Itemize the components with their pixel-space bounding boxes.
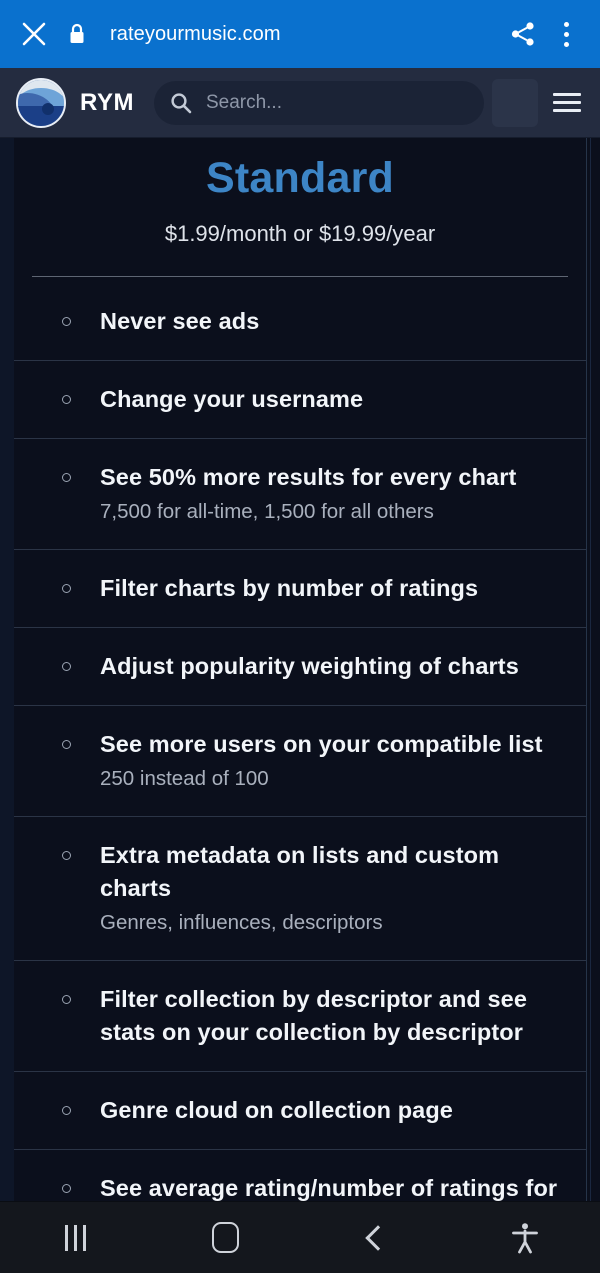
feature-subtitle: Genres, influences, descriptors	[100, 911, 383, 934]
accessibility-icon[interactable]	[450, 1222, 600, 1254]
page-title: Standard	[206, 154, 394, 202]
feature-title: Genre cloud on collection page	[100, 1097, 453, 1123]
search-input[interactable]: Search...	[153, 80, 484, 125]
bullet-icon	[62, 1184, 71, 1193]
feature-body: See average rating/number of ratings for…	[100, 1172, 576, 1201]
screen: rateyourmusic.com RYM Search... Standard…	[0, 0, 600, 1273]
bullet-icon	[62, 473, 71, 482]
feature-subtitle: 7,500 for all-time, 1,500 for all others	[100, 500, 434, 523]
feature-item: See more users on your compatible list 25…	[14, 705, 586, 816]
url-text[interactable]: rateyourmusic.com	[110, 23, 500, 46]
page-right-edge	[590, 138, 591, 1201]
feature-item: Never see ads	[14, 283, 586, 360]
recents-icon[interactable]	[0, 1224, 150, 1251]
feature-title: Extra metadata on lists and custom chart…	[100, 842, 500, 901]
back-icon[interactable]	[300, 1224, 450, 1251]
bullet-icon	[62, 740, 71, 749]
feature-item: See 50% more results for every chart 7,50…	[14, 438, 586, 549]
feature-title: Filter collection by descriptor and see …	[100, 986, 528, 1045]
feature-item: Change your username	[14, 360, 586, 438]
feature-title: Never see ads	[100, 308, 260, 334]
page-body: Standard $1.99/month or $19.99/year Neve…	[0, 138, 600, 1201]
feature-title: See average rating/number of ratings for…	[100, 1175, 558, 1201]
search-icon	[171, 92, 192, 113]
feature-body: Change your username	[100, 383, 576, 416]
bullet-icon	[62, 395, 71, 404]
brand-label: RYM	[80, 88, 134, 116]
feature-body: Never see ads	[100, 305, 576, 338]
bullet-icon	[62, 584, 71, 593]
feature-body: Filter collection by descriptor and see …	[100, 983, 576, 1049]
feature-body: See 50% more results for every chart 7,50…	[100, 461, 576, 527]
feature-list: Never see ads Change your username See 50%…	[14, 277, 586, 1201]
feature-body: See more users on your compatible list 25…	[100, 728, 576, 794]
bullet-icon	[62, 1106, 71, 1115]
feature-item: Extra metadata on lists and custom chart…	[14, 816, 586, 960]
close-icon[interactable]	[14, 14, 54, 54]
bullet-icon	[62, 851, 71, 860]
android-navbar	[0, 1201, 600, 1273]
more-vertical-icon[interactable]	[546, 11, 586, 57]
rym-logo-icon[interactable]	[16, 77, 66, 128]
feature-title: Adjust popularity weighting of charts	[100, 653, 519, 679]
browser-toolbar: rateyourmusic.com	[0, 0, 600, 68]
plan-price: $1.99/month or $19.99/year	[164, 221, 436, 246]
feature-subtitle: 250 instead of 100	[100, 767, 269, 790]
lock-icon	[60, 14, 94, 54]
feature-title: See 50% more results for every chart	[100, 464, 517, 490]
page-left-edge	[0, 138, 14, 1201]
feature-item: Filter charts by number of ratings	[14, 549, 586, 627]
bullet-icon	[62, 317, 71, 326]
feature-item: Genre cloud on collection page	[14, 1071, 586, 1149]
feature-body: Extra metadata on lists and custom chart…	[100, 839, 576, 938]
scrollbar-track[interactable]	[586, 138, 587, 1201]
feature-title: Change your username	[100, 386, 364, 412]
feature-item: See average rating/number of ratings for…	[14, 1149, 586, 1201]
site-header: RYM Search...	[0, 68, 600, 138]
home-icon[interactable]	[150, 1222, 300, 1253]
feature-item: Filter collection by descriptor and see …	[14, 960, 586, 1071]
bullet-icon	[62, 995, 71, 1004]
share-icon[interactable]	[500, 11, 546, 57]
feature-title: Filter charts by number of ratings	[100, 575, 479, 601]
bullet-icon	[62, 662, 71, 671]
hamburger-menu-icon[interactable]	[544, 79, 590, 127]
search-placeholder: Search...	[205, 91, 282, 113]
feature-body: Filter charts by number of ratings	[100, 572, 576, 605]
feature-item: Adjust popularity weighting of charts	[14, 627, 586, 705]
feature-body: Adjust popularity weighting of charts	[100, 650, 576, 683]
header-action-button[interactable]	[492, 78, 538, 127]
feature-body: Genre cloud on collection page	[100, 1094, 576, 1127]
feature-title: See more users on your compatible list	[100, 731, 543, 757]
